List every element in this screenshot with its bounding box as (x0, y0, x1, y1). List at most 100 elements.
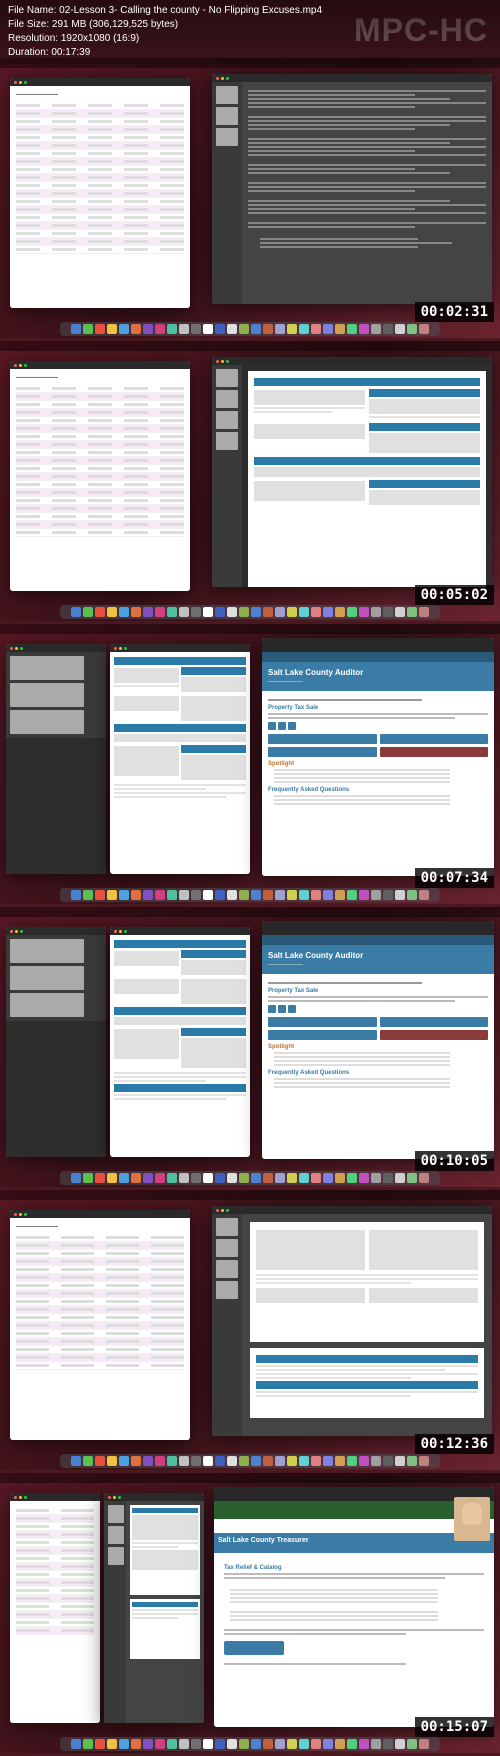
action-button[interactable] (380, 747, 489, 757)
table-row[interactable] (16, 529, 184, 537)
table-row[interactable] (16, 393, 184, 401)
table-row[interactable] (16, 417, 184, 425)
dock-app-icon[interactable] (107, 890, 117, 900)
dock-app-icon[interactable] (371, 1173, 381, 1183)
table-row[interactable] (16, 1346, 184, 1354)
table-row[interactable] (16, 401, 184, 409)
dock-app-icon[interactable] (287, 1739, 297, 1749)
table-row[interactable] (16, 110, 184, 118)
dock-app-icon[interactable] (407, 1173, 417, 1183)
dock-app-icon[interactable] (71, 1456, 81, 1466)
dock-app-icon[interactable] (407, 1739, 417, 1749)
table-row[interactable] (16, 433, 184, 441)
minimize-icon[interactable] (19, 81, 22, 84)
table-row[interactable] (16, 1587, 94, 1595)
dock-app-icon[interactable] (119, 1173, 129, 1183)
table-row[interactable] (16, 182, 184, 190)
dock-app-icon[interactable] (191, 1173, 201, 1183)
dock-app-icon[interactable] (179, 890, 189, 900)
close-icon[interactable] (114, 647, 117, 650)
dock-app-icon[interactable] (251, 890, 261, 900)
dock-app-icon[interactable] (347, 890, 357, 900)
dock-app-icon[interactable] (287, 1456, 297, 1466)
dock-app-icon[interactable] (179, 1739, 189, 1749)
dock-app-icon[interactable] (71, 1739, 81, 1749)
dock-app-icon[interactable] (347, 1173, 357, 1183)
action-button[interactable] (268, 1017, 377, 1027)
browser-window[interactable]: Salt Lake County Treasurer Tax Relief & … (214, 1487, 494, 1727)
dock-app-icon[interactable] (239, 607, 249, 617)
page-thumbnail[interactable] (216, 1281, 238, 1299)
dock-app-icon[interactable] (371, 324, 381, 334)
dock-app-icon[interactable] (239, 1456, 249, 1466)
dock-app-icon[interactable] (131, 890, 141, 900)
table-row[interactable] (16, 513, 184, 521)
minimize-icon[interactable] (19, 364, 22, 367)
page-thumbnail[interactable] (10, 710, 84, 734)
page-thumbnail[interactable] (10, 656, 84, 680)
table-row[interactable] (16, 1571, 94, 1579)
dock-app-icon[interactable] (383, 890, 393, 900)
table-row[interactable] (16, 1242, 184, 1250)
thumbnail-rail[interactable] (212, 365, 242, 587)
dock-app-icon[interactable] (347, 324, 357, 334)
dock-app-icon[interactable] (95, 1456, 105, 1466)
social-links[interactable] (268, 722, 488, 730)
dock-app-icon[interactable] (239, 1739, 249, 1749)
dock-app-icon[interactable] (275, 1173, 285, 1183)
page-thumbnail[interactable] (216, 1218, 238, 1236)
table-row[interactable] (16, 134, 184, 142)
dock-app-icon[interactable] (107, 1739, 117, 1749)
browser-window[interactable]: Salt Lake County Auditor ——————— Propert… (262, 921, 494, 1159)
close-icon[interactable] (108, 1496, 111, 1499)
macos-dock[interactable] (60, 322, 440, 336)
dock-app-icon[interactable] (359, 1739, 369, 1749)
table-row[interactable] (16, 246, 184, 254)
dock-app-icon[interactable] (383, 1173, 393, 1183)
dock-app-icon[interactable] (179, 324, 189, 334)
dock-app-icon[interactable] (311, 1456, 321, 1466)
dock-app-icon[interactable] (359, 890, 369, 900)
dock-app-icon[interactable] (335, 1739, 345, 1749)
maximize-icon[interactable] (20, 930, 23, 933)
table-row[interactable] (16, 1362, 184, 1370)
form-window[interactable] (110, 644, 250, 874)
table-row[interactable] (16, 497, 184, 505)
page-thumbnail[interactable] (10, 939, 84, 963)
page-thumbnail[interactable] (216, 369, 238, 387)
dock-app-icon[interactable] (239, 324, 249, 334)
dock-app-icon[interactable] (191, 1739, 201, 1749)
page-thumbnail[interactable] (10, 993, 84, 1017)
action-button[interactable] (268, 734, 377, 744)
maximize-icon[interactable] (124, 647, 127, 650)
table-row[interactable] (16, 489, 184, 497)
page-thumbnail[interactable] (216, 86, 238, 104)
page-thumbnail[interactable] (108, 1547, 124, 1565)
dock-app-icon[interactable] (335, 324, 345, 334)
dock-app-icon[interactable] (287, 324, 297, 334)
dock-app-icon[interactable] (167, 1739, 177, 1749)
dock-app-icon[interactable] (179, 607, 189, 617)
dock-app-icon[interactable] (395, 890, 405, 900)
close-icon[interactable] (10, 647, 13, 650)
table-row[interactable] (16, 158, 184, 166)
dock-app-icon[interactable] (95, 890, 105, 900)
spreadsheet-window[interactable]: ——————— (10, 361, 190, 591)
dock-app-icon[interactable] (95, 1739, 105, 1749)
dock-app-icon[interactable] (371, 1456, 381, 1466)
dock-app-icon[interactable] (251, 1456, 261, 1466)
dock-app-icon[interactable] (143, 324, 153, 334)
page-thumbnail[interactable] (10, 683, 84, 707)
dock-app-icon[interactable] (203, 1739, 213, 1749)
table-row[interactable] (16, 465, 184, 473)
dock-app-icon[interactable] (323, 1456, 333, 1466)
dock-app-icon[interactable] (155, 607, 165, 617)
macos-dock[interactable] (60, 888, 440, 902)
dock-app-icon[interactable] (191, 890, 201, 900)
dock-app-icon[interactable] (299, 1173, 309, 1183)
dock-app-icon[interactable] (131, 1173, 141, 1183)
facebook-icon[interactable] (268, 1005, 276, 1013)
close-icon[interactable] (10, 930, 13, 933)
dock-app-icon[interactable] (383, 1739, 393, 1749)
social-links[interactable] (268, 1005, 488, 1013)
